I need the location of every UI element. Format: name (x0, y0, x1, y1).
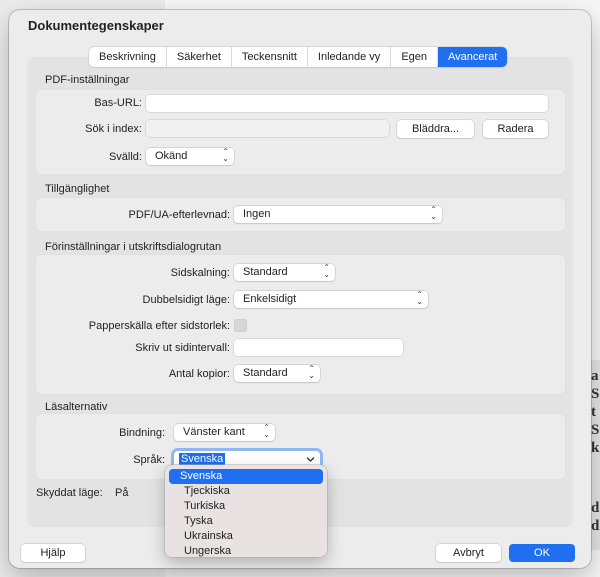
language-option-hungarian[interactable]: Ungerska (169, 544, 323, 557)
background-glyph: t (591, 404, 596, 420)
accessibility-heading: Tillgänglighet (45, 183, 110, 195)
background-glyph: d (591, 518, 600, 534)
duplex-select[interactable]: Enkelsidigt ⌃ ⌄ (234, 291, 428, 308)
language-option-turkish[interactable]: Turkiska (169, 499, 323, 514)
language-option-german[interactable]: Tyska (169, 514, 323, 529)
dialog-title: Dokumentegenskaper (28, 18, 164, 33)
tab-security[interactable]: Säkerhet (167, 47, 232, 67)
chevron-updown-icon: ⌃ ⌄ (430, 205, 437, 221)
tab-fonts[interactable]: Teckensnitt (232, 47, 308, 67)
browse-button[interactable]: Bläddra... (397, 120, 474, 138)
binding-label: Bindning: (119, 427, 165, 439)
copies-label: Antal kopior: (168, 368, 230, 380)
duplex-label: Dubbelsidigt läge: (142, 294, 230, 306)
pdf-settings-heading: PDF-inställningar (45, 74, 130, 86)
ok-button[interactable]: OK (509, 544, 575, 562)
language-option-swedish[interactable]: Svenska (169, 469, 323, 484)
chevron-updown-icon: ⌃ ⌄ (323, 263, 330, 279)
trapped-value: Okänd (155, 150, 188, 162)
paper-source-checkbox[interactable] (234, 319, 247, 332)
help-button[interactable]: Hjälp (21, 544, 85, 562)
chevron-updown-icon: ⌃ ⌄ (308, 364, 315, 380)
chevron-updown-icon: ⌃ ⌄ (222, 147, 229, 163)
tab-description[interactable]: Beskrivning (89, 47, 167, 67)
tab-initial-view[interactable]: Inledande vy (308, 47, 392, 67)
page-scaling-value: Standard (243, 266, 288, 278)
search-index-input[interactable] (146, 120, 389, 137)
language-option-czech[interactable]: Tjeckiska (169, 484, 323, 499)
pdfua-value: Ingen (243, 208, 271, 220)
background-glyph: k (591, 440, 600, 456)
tab-bar: Beskrivning Säkerhet Teckensnitt Inledan… (89, 47, 508, 67)
pdfua-select[interactable]: Ingen ⌃ ⌄ (234, 206, 442, 223)
language-dropdown-menu: Svenska Tjeckiska Turkiska Tyska Ukrains… (165, 465, 327, 557)
language-value: Svenska (179, 453, 226, 465)
page-scaling-select[interactable]: Standard ⌃ ⌄ (234, 264, 335, 281)
base-url-input[interactable] (146, 95, 548, 112)
binding-value: Vänster kant (183, 426, 245, 438)
chevron-updown-icon: ⌃ ⌄ (263, 423, 270, 439)
language-option-ukrainian[interactable]: Ukrainska (169, 529, 323, 544)
protected-mode-value: På (115, 487, 129, 499)
search-index-label: Sök i index: (85, 123, 142, 135)
print-range-label: Skriv ut sidintervall: (135, 342, 230, 354)
clear-button[interactable]: Radera (483, 120, 548, 138)
binding-select[interactable]: Vänster kant ⌃ ⌄ (174, 424, 275, 441)
reading-options-heading: Läsalternativ (45, 401, 108, 413)
cancel-button[interactable]: Avbryt (436, 544, 501, 562)
protected-mode-label: Skyddat läge: (36, 487, 103, 499)
trapped-select[interactable]: Okänd ⌃ ⌄ (146, 148, 234, 165)
background-glyph: d (591, 500, 600, 516)
chevron-updown-icon: ⌃ ⌄ (416, 290, 423, 306)
print-presets-heading: Förinställningar i utskriftsdialogrutan (45, 241, 222, 253)
copies-select[interactable]: Standard ⌃ ⌄ (234, 365, 320, 382)
trapped-label: Svälld: (108, 151, 142, 163)
copies-value: Standard (243, 367, 288, 379)
chevron-down-icon (306, 457, 315, 462)
tab-custom[interactable]: Egen (391, 47, 439, 67)
background-glyph: S (591, 422, 600, 438)
base-url-label: Bas-URL: (94, 97, 142, 109)
language-label: Språk: (133, 454, 165, 466)
pdfua-label: PDF/UA-efterlevnad: (128, 209, 230, 221)
paper-source-label: Papperskälla efter sidstorlek: (88, 320, 230, 332)
print-range-input[interactable] (234, 339, 403, 356)
background-glyph: a (591, 368, 599, 384)
background-glyph: S (591, 386, 600, 402)
page-scaling-label: Sidskalning: (170, 267, 230, 279)
duplex-value: Enkelsidigt (243, 293, 297, 305)
tab-advanced[interactable]: Avancerat (438, 47, 508, 67)
